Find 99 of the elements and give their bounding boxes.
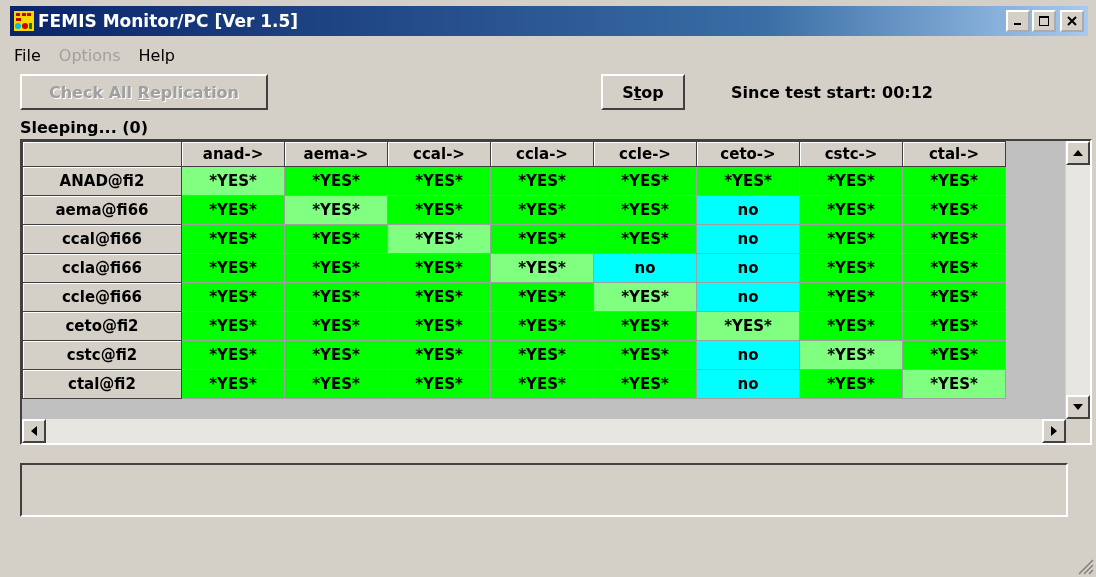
- table-cell: *YES*: [902, 282, 1006, 312]
- column-header: ccla->: [490, 141, 594, 167]
- window-title: FEMIS Monitor/PC [Ver 1.5]: [38, 11, 300, 31]
- table-cell: *YES*: [181, 224, 285, 254]
- table-cell: *YES*: [799, 195, 903, 225]
- scroll-down-icon[interactable]: [1073, 404, 1083, 410]
- table-cell: *YES*: [799, 224, 903, 254]
- table-cell: *YES*: [902, 340, 1006, 370]
- table-cell: *YES*: [181, 369, 285, 399]
- table-cell: *YES*: [490, 253, 594, 283]
- table-cell: *YES*: [799, 311, 903, 341]
- table-cell: *YES*: [490, 340, 594, 370]
- table-cell: *YES*: [593, 369, 697, 399]
- stop-button[interactable]: Stop: [601, 74, 685, 110]
- maximize-button[interactable]: [1032, 10, 1056, 32]
- close-button[interactable]: [1060, 10, 1084, 32]
- table-cell: *YES*: [284, 166, 388, 196]
- table-cell: *YES*: [593, 166, 697, 196]
- table-cell: *YES*: [799, 369, 903, 399]
- table-cell: *YES*: [902, 311, 1006, 341]
- table-cell: *YES*: [284, 340, 388, 370]
- column-header: ccle->: [593, 141, 697, 167]
- table-cell: *YES*: [799, 253, 903, 283]
- table-cell: *YES*: [387, 282, 491, 312]
- table-cell: *YES*: [387, 195, 491, 225]
- column-header: anad->: [181, 141, 285, 167]
- column-header: ctal->: [902, 141, 1006, 167]
- table-cell: *YES*: [902, 224, 1006, 254]
- table-cell: no: [696, 195, 800, 225]
- table-cell: *YES*: [902, 195, 1006, 225]
- table-cell: *YES*: [181, 166, 285, 196]
- scroll-right-icon[interactable]: [1051, 426, 1057, 436]
- row-header: cstc@fi2: [22, 340, 182, 370]
- table-cell: *YES*: [181, 340, 285, 370]
- row-header: ceto@fi2: [22, 311, 182, 341]
- scroll-left-icon[interactable]: [31, 426, 37, 436]
- table-cell: *YES*: [490, 282, 594, 312]
- table-cell: *YES*: [593, 311, 697, 341]
- table-cell: *YES*: [490, 195, 594, 225]
- column-header: cstc->: [799, 141, 903, 167]
- table-cell: *YES*: [387, 253, 491, 283]
- scrollbar-corner: [1066, 419, 1090, 443]
- table-cell: *YES*: [490, 311, 594, 341]
- table-cell: *YES*: [490, 224, 594, 254]
- table-cell: *YES*: [593, 195, 697, 225]
- table-cell: *YES*: [284, 195, 388, 225]
- row-header: ccal@fi66: [22, 224, 182, 254]
- table-cell: *YES*: [181, 195, 285, 225]
- table-cell: *YES*: [593, 282, 697, 312]
- table-cell: *YES*: [284, 253, 388, 283]
- table-cell: *YES*: [387, 224, 491, 254]
- table-cell: *YES*: [387, 311, 491, 341]
- table-cell: *YES*: [387, 369, 491, 399]
- menu-item[interactable]: Help: [138, 46, 175, 65]
- column-header: ccal->: [387, 141, 491, 167]
- table-cell: *YES*: [181, 311, 285, 341]
- scroll-up-icon[interactable]: [1073, 150, 1083, 156]
- column-header: aema->: [284, 141, 388, 167]
- row-header: ccla@fi66: [22, 253, 182, 283]
- table-cell: *YES*: [696, 311, 800, 341]
- row-header: ctal@fi2: [22, 369, 182, 399]
- vertical-scrollbar[interactable]: [1065, 141, 1090, 419]
- table-cell: *YES*: [181, 253, 285, 283]
- table-cell: *YES*: [387, 166, 491, 196]
- column-header: ceto->: [696, 141, 800, 167]
- minimize-button[interactable]: [1006, 10, 1030, 32]
- table-cell: *YES*: [490, 369, 594, 399]
- row-header: ANAD@fi2: [22, 166, 182, 196]
- table-cell: *YES*: [284, 311, 388, 341]
- horizontal-scrollbar[interactable]: [22, 419, 1066, 443]
- table-cell: *YES*: [902, 166, 1006, 196]
- row-header: aema@fi66: [22, 195, 182, 225]
- table-cell: *YES*: [181, 282, 285, 312]
- table-cell: *YES*: [696, 166, 800, 196]
- table-cell: *YES*: [799, 282, 903, 312]
- table-cell: *YES*: [490, 166, 594, 196]
- table-cell: *YES*: [902, 253, 1006, 283]
- row-header: ccle@fi66: [22, 282, 182, 312]
- table-cell: *YES*: [799, 166, 903, 196]
- table-cell: *YES*: [284, 224, 388, 254]
- close-icon[interactable]: [1067, 16, 1077, 26]
- elapsed-time: Since test start: 00:12: [731, 82, 933, 102]
- table-cell: no: [696, 224, 800, 254]
- table-cell: no: [696, 340, 800, 370]
- table-cell: *YES*: [593, 224, 697, 254]
- status-text: Sleeping... (0): [19, 117, 150, 139]
- table-cell: no: [593, 253, 697, 283]
- table-cell: *YES*: [284, 369, 388, 399]
- table-cell: *YES*: [284, 282, 388, 312]
- table-cell: *YES*: [799, 340, 903, 370]
- table-cell: *YES*: [387, 340, 491, 370]
- table-cell: *YES*: [902, 369, 1006, 399]
- menu-item[interactable]: File: [14, 46, 41, 65]
- app-icon: [14, 11, 34, 31]
- table-cell: no: [696, 253, 800, 283]
- table-cell: no: [696, 369, 800, 399]
- table-cell: *YES*: [593, 340, 697, 370]
- table-cell: no: [696, 282, 800, 312]
- maximize-icon[interactable]: [1039, 16, 1049, 26]
